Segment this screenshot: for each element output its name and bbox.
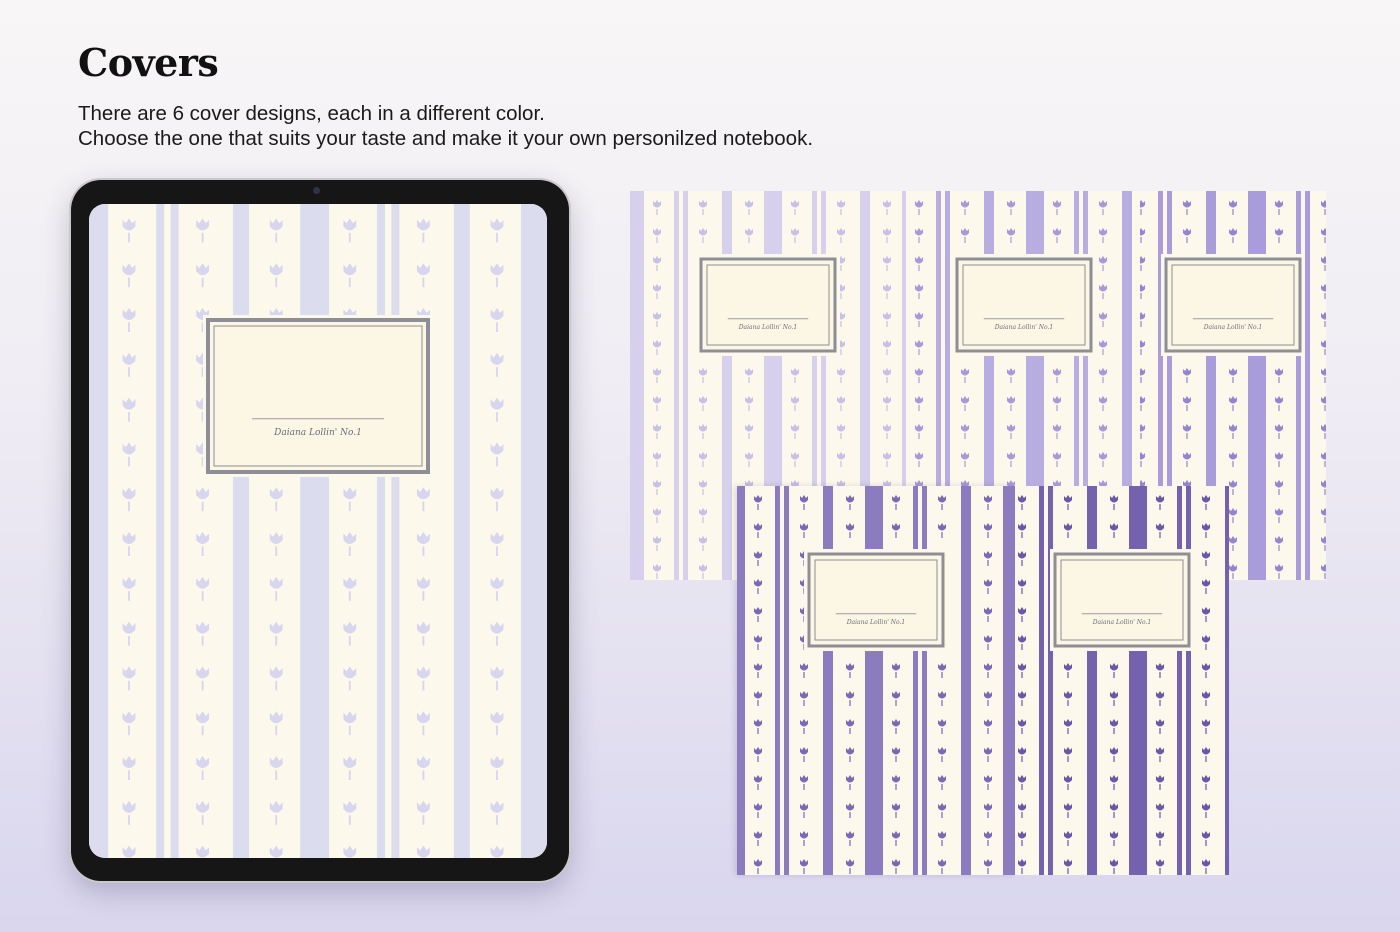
cover-label-text: Daiana Lollin' No.1 [846,619,906,626]
description-line-1: There are 6 cover designs, each in a dif… [78,102,545,125]
cover-label-text: Daiana Lollin' No.1 [994,324,1054,331]
cover-label-text: Daiana Lollin' No.1 [738,324,798,331]
cover-label-text: Daiana Lollin' No.1 [1092,619,1152,626]
tablet-mockup: Daiana Lollin' No.1 [71,180,569,881]
cover-design-violet[interactable]: Daiana Lollin' No.1 [737,486,1015,875]
cover-label-text: Daiana Lollin' No.1 [1203,324,1263,331]
tablet-screen: Daiana Lollin' No.1 [89,204,547,858]
cover-pattern: Daiana Lollin' No.1 [1015,486,1229,875]
cover-pattern: Daiana Lollin' No.1 [737,486,1015,875]
description-line-2: Choose the one that suits your taste and… [78,127,814,150]
page-title: Covers [78,40,219,85]
cover-preview-large: Daiana Lollin' No.1 [89,204,547,858]
camera-icon [313,187,320,194]
cover-design-deep-violet[interactable]: Daiana Lollin' No.1 [1015,486,1229,875]
cover-pattern: Daiana Lollin' No.1 [89,204,547,858]
cover-label-text: Daiana Lollin' No.1 [273,428,362,438]
